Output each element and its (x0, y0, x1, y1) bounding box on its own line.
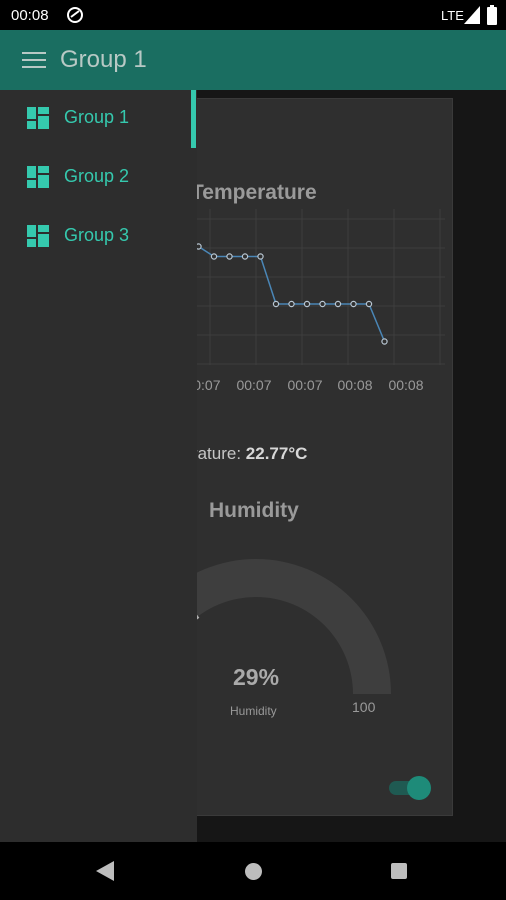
series-line (183, 245, 386, 342)
status-bar: 00:08 LTE (0, 0, 506, 30)
humidity-gauge (161, 559, 391, 694)
dashboard-card: Temperature 00:07 00:07 00:07 00:08 00:08 pe… (160, 98, 453, 816)
x-tick-label: 00:08 (388, 377, 423, 393)
network-type: LTE (441, 8, 464, 23)
status-time: 00:08 (11, 7, 49, 24)
battery-icon (487, 5, 497, 25)
temperature-value: 22.77°C (245, 444, 308, 463)
x-tick-label: 00:08 (337, 377, 372, 393)
data-point (334, 300, 342, 308)
drawer-item-label: Group 1 (64, 107, 130, 127)
toggle-switch[interactable] (389, 775, 431, 801)
data-point (381, 338, 388, 345)
temperature-chart-title: Temperature (191, 181, 317, 204)
x-tick-label: 00:07 (236, 377, 271, 393)
signal-icon (464, 6, 480, 24)
dashboard-icon (27, 225, 49, 247)
data-point (288, 300, 295, 308)
drawer-item-group-1[interactable]: Group 1 (0, 90, 190, 148)
data-point (272, 300, 280, 308)
page-title: Group 1 (60, 46, 147, 73)
gauge-max-label: 100 (352, 699, 376, 715)
drawer-item-label: Group 2 (64, 166, 130, 186)
data-point (319, 300, 326, 308)
navigation-drawer: Group 1 Group 2 Group 3 (0, 90, 197, 842)
app-bar: Group 1 (0, 30, 506, 90)
data-point (241, 253, 249, 260)
drawer-item-label: Group 3 (64, 225, 130, 245)
system-nav-bar (0, 842, 506, 900)
data-point (210, 253, 218, 260)
humidity-unit: Humidity (230, 704, 277, 718)
recent-apps-icon[interactable] (391, 863, 407, 879)
sync-icon (67, 7, 83, 23)
data-point (257, 253, 264, 260)
home-icon[interactable] (245, 863, 262, 880)
back-icon[interactable] (96, 861, 114, 881)
data-point (226, 253, 233, 260)
drawer-item-group-2[interactable]: Group 2 (0, 149, 190, 207)
data-point (365, 300, 373, 308)
drawer-item-group-3[interactable]: Group 3 (0, 208, 190, 266)
humidity-value: 29% (233, 664, 280, 690)
dashboard-icon (27, 107, 49, 129)
x-tick-label: 00:07 (287, 377, 322, 393)
temperature-chart: 00:07 00:07 00:07 00:08 00:08 (161, 209, 445, 393)
menu-icon[interactable] (22, 52, 46, 70)
scroll-indicator (191, 90, 196, 148)
data-point (350, 300, 357, 308)
humidity-title: Humidity (209, 499, 299, 522)
dashboard-icon (27, 166, 49, 188)
data-point (303, 300, 311, 308)
